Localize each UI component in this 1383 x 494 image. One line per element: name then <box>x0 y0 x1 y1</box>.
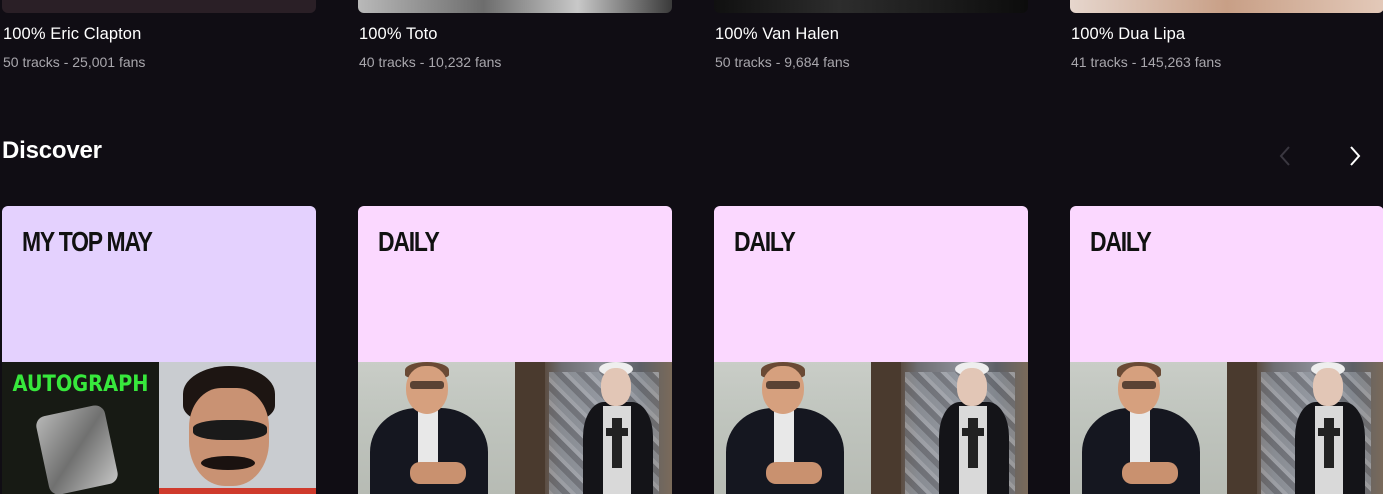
carousel-prev-button[interactable] <box>1270 141 1300 171</box>
discover-card-covers <box>714 362 1028 494</box>
discover-card-label: DAILY <box>1090 226 1152 257</box>
playlist-meta: 50 tracks - 25,001 fans <box>3 54 146 70</box>
cover-artwork <box>34 403 120 494</box>
playlist-card-van-halen[interactable]: 100% Van Halen 50 tracks - 9,684 fans <box>714 0 1028 70</box>
artist-photo-billy <box>515 362 672 494</box>
playlist-title[interactable]: 100% Dua Lipa <box>1071 25 1185 44</box>
discover-card-daily-1[interactable]: DAILY <box>358 206 672 494</box>
playlist-meta: 50 tracks - 9,684 fans <box>715 54 850 70</box>
page: 100% Eric Clapton 50 tracks - 25,001 fan… <box>0 0 1383 494</box>
discover-card-covers: AUTOGRAPH <box>2 362 316 494</box>
playlist-meta: 40 tracks - 10,232 fans <box>359 54 502 70</box>
album-cover-autograph: AUTOGRAPH <box>2 362 159 494</box>
carousel-next-button[interactable] <box>1340 141 1370 171</box>
discover-card-daily-3[interactable]: DAILY <box>1070 206 1383 494</box>
playlist-cover[interactable] <box>358 0 672 13</box>
playlist-card-toto[interactable]: 100% Toto 40 tracks - 10,232 fans <box>358 0 672 70</box>
playlist-cover[interactable] <box>714 0 1028 13</box>
chevron-right-icon <box>1350 146 1361 166</box>
section-title-discover: Discover <box>2 137 102 164</box>
playlist-cover[interactable] <box>1070 0 1383 13</box>
discover-card-covers <box>1070 362 1383 494</box>
cover-logo-text: AUTOGRAPH <box>12 372 149 397</box>
artist-photo-billy <box>871 362 1028 494</box>
artist-photo-elton <box>714 362 871 494</box>
discover-card-label: DAILY <box>378 226 440 257</box>
discover-card-daily-2[interactable]: DAILY <box>714 206 1028 494</box>
playlist-title[interactable]: 100% Eric Clapton <box>3 25 141 44</box>
artist-photo-elton <box>358 362 515 494</box>
playlist-meta: 41 tracks - 145,263 fans <box>1071 54 1222 70</box>
playlist-title[interactable]: 100% Van Halen <box>715 25 839 44</box>
playlist-title[interactable]: 100% Toto <box>359 25 438 44</box>
album-cover-portrait <box>159 362 316 494</box>
chevron-left-icon <box>1279 146 1290 166</box>
artist-photo-elton <box>1070 362 1227 494</box>
artist-photo-billy <box>1227 362 1383 494</box>
playlist-card-dua-lipa[interactable]: 100% Dua Lipa 41 tracks - 145,263 fans <box>1070 0 1383 70</box>
playlist-card-eric-clapton[interactable]: 100% Eric Clapton 50 tracks - 25,001 fan… <box>2 0 316 70</box>
playlist-cover[interactable] <box>2 0 316 13</box>
discover-card-label: DAILY <box>734 226 796 257</box>
discover-card-label: MY TOP MAY <box>22 226 153 257</box>
discover-card-my-top-may[interactable]: MY TOP MAY AUTOGRAPH <box>2 206 316 494</box>
discover-card-covers <box>358 362 672 494</box>
